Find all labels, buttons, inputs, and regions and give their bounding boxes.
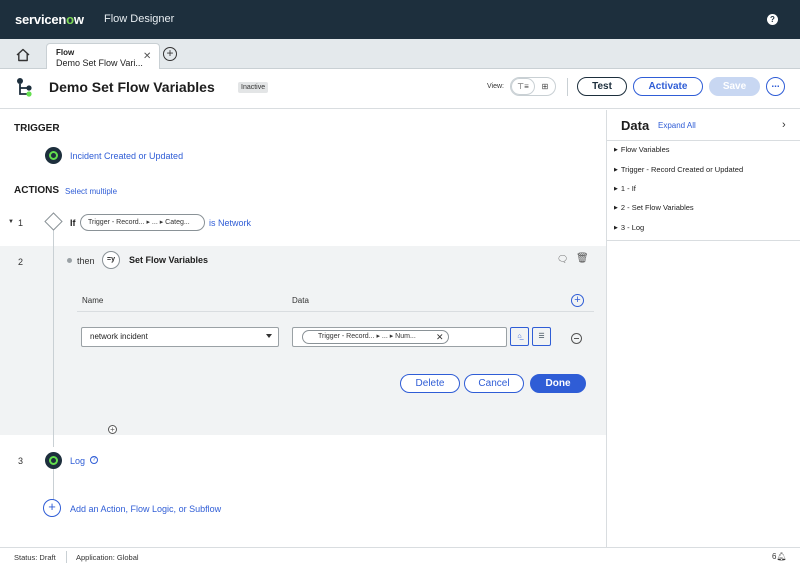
test-button[interactable]: Test	[577, 77, 627, 96]
expand-caret-icon: ▶	[614, 205, 618, 211]
data-picker-icon[interactable]: ☰	[532, 327, 551, 346]
expand-all-link[interactable]: Expand All	[658, 121, 696, 130]
flow-canvas: TRIGGER Incident Created or Updated ACTI…	[0, 110, 606, 547]
expand-caret-icon: ▶	[614, 167, 618, 173]
tree-item-step-1[interactable]: ▶ 1 - If	[614, 184, 636, 193]
add-variable-button[interactable]: +	[571, 294, 584, 307]
log-action-link[interactable]: Log	[70, 456, 85, 466]
data-panel-title: Data	[621, 118, 650, 133]
condition-data-pill[interactable]: Trigger - Record... ▸ ... ▸ Categ...	[80, 214, 205, 231]
remove-pill-icon[interactable]: ✕	[436, 331, 444, 343]
status-text: Status: Draft	[14, 553, 56, 562]
view-toggle: ⊤≡ ⊞	[510, 77, 556, 96]
condition-operator-link[interactable]: is Network	[209, 218, 251, 228]
step-number: 3	[18, 456, 24, 466]
delete-button[interactable]: Delete	[400, 374, 460, 393]
trigger-heading: TRIGGER	[14, 123, 60, 134]
script-toggle-icon[interactable]: ⌂̲	[510, 327, 529, 346]
add-action-link[interactable]: Add an Action, Flow Logic, or Subflow	[70, 504, 221, 514]
add-tab-button[interactable]: +	[163, 47, 177, 61]
bell-icon: 🔔︎	[776, 552, 787, 561]
help-icon[interactable]: ?	[767, 14, 778, 25]
data-panel: Data Expand All › ▶ Flow Variables ▶ Trigg…	[606, 110, 800, 547]
tree-item-trigger[interactable]: ▶ Trigger - Record Created or Updated	[614, 165, 743, 174]
flow-icon	[15, 77, 35, 99]
remove-variable-icon[interactable]	[571, 333, 582, 344]
step-dot	[67, 258, 72, 263]
variables-panel: Name Data + network incident Trigger - R…	[68, 283, 597, 409]
help-icon[interactable]: ?	[90, 456, 98, 464]
data-pill-label: Trigger - Record... ▸ ... ▸ Num...	[318, 333, 416, 340]
trash-icon[interactable]: 🗑	[576, 253, 589, 264]
divider	[77, 311, 594, 312]
variable-name-value: network incident	[90, 332, 148, 341]
tree-item-flow-variables[interactable]: ▶ Flow Variables	[614, 145, 670, 154]
tree-item-step-3[interactable]: ▶ 3 - Log	[614, 223, 644, 232]
cancel-button[interactable]: Cancel	[464, 374, 524, 393]
tree-item-step-2[interactable]: ▶ 2 - Set Flow Variables	[614, 203, 694, 212]
add-action-icon[interactable]: +	[43, 499, 61, 517]
product-name: Flow Designer	[104, 13, 175, 25]
actions-heading: ACTIONS	[14, 185, 59, 196]
comment-icon[interactable]: 🗨	[557, 254, 568, 265]
done-button[interactable]: Done	[530, 374, 586, 393]
save-button[interactable]: Save	[709, 77, 760, 96]
application-text: Application: Global	[76, 553, 139, 562]
expand-caret-icon: ▶	[614, 186, 618, 192]
step-number: 1	[18, 218, 24, 228]
view-label: View:	[487, 83, 504, 90]
close-tab-icon[interactable]: ✕	[143, 51, 151, 62]
expand-caret-icon: ▶	[614, 225, 618, 231]
divider	[567, 78, 568, 96]
flow-title: Demo Set Flow Variables	[49, 79, 215, 95]
flow-logic-icon	[44, 212, 63, 231]
collapse-caret-icon[interactable]: ▼	[8, 219, 14, 225]
add-step-icon[interactable]: +	[108, 425, 117, 434]
step-number: 2	[18, 257, 24, 267]
then-keyword: then	[77, 256, 95, 266]
chevron-down-icon	[266, 334, 272, 338]
if-keyword: If	[70, 218, 76, 228]
servicenow-logo[interactable]: servicenow	[15, 12, 84, 27]
divider	[607, 140, 800, 141]
tab-strip: Flow Demo Set Flow Vari... ✕ +	[0, 39, 800, 70]
flow-title-bar: Demo Set Flow Variables Inactive View: ⊤…	[0, 69, 800, 109]
trigger-link[interactable]: Incident Created or Updated	[70, 151, 183, 161]
status-bar: Status: Draft Application: Global 6🔔︎	[0, 547, 800, 566]
variable-data-field[interactable]: Trigger - Record... ▸ ... ▸ Num... ✕	[292, 327, 507, 347]
action-title[interactable]: Set Flow Variables	[129, 255, 208, 265]
divider	[66, 551, 67, 563]
select-multiple-link[interactable]: Select multiple	[65, 187, 117, 196]
connector-line	[53, 469, 54, 500]
notifications-button[interactable]: 6🔔︎	[772, 552, 787, 561]
more-actions-button[interactable]: ...	[766, 77, 785, 96]
top-header: servicenow Flow Designer ?	[0, 0, 800, 39]
data-column-header: Data	[292, 296, 309, 305]
trigger-node-icon[interactable]	[45, 147, 62, 164]
expand-caret-icon: ▶	[614, 147, 618, 153]
divider	[607, 240, 800, 241]
home-icon[interactable]	[14, 46, 32, 64]
activate-button[interactable]: Activate	[633, 77, 703, 96]
list-view-icon[interactable]: ⊤≡	[512, 79, 534, 94]
grid-view-icon[interactable]: ⊞	[535, 79, 555, 94]
name-column-header: Name	[82, 296, 104, 305]
connector-line	[53, 246, 54, 435]
collapse-panel-icon[interactable]: ›	[782, 119, 786, 131]
data-pill[interactable]: Trigger - Record... ▸ ... ▸ Num... ✕	[302, 330, 449, 344]
status-badge: Inactive	[238, 82, 269, 93]
set-flow-variables-icon: =y	[102, 251, 120, 269]
log-action-icon[interactable]	[45, 452, 62, 469]
variable-name-select[interactable]: network incident	[81, 327, 279, 347]
